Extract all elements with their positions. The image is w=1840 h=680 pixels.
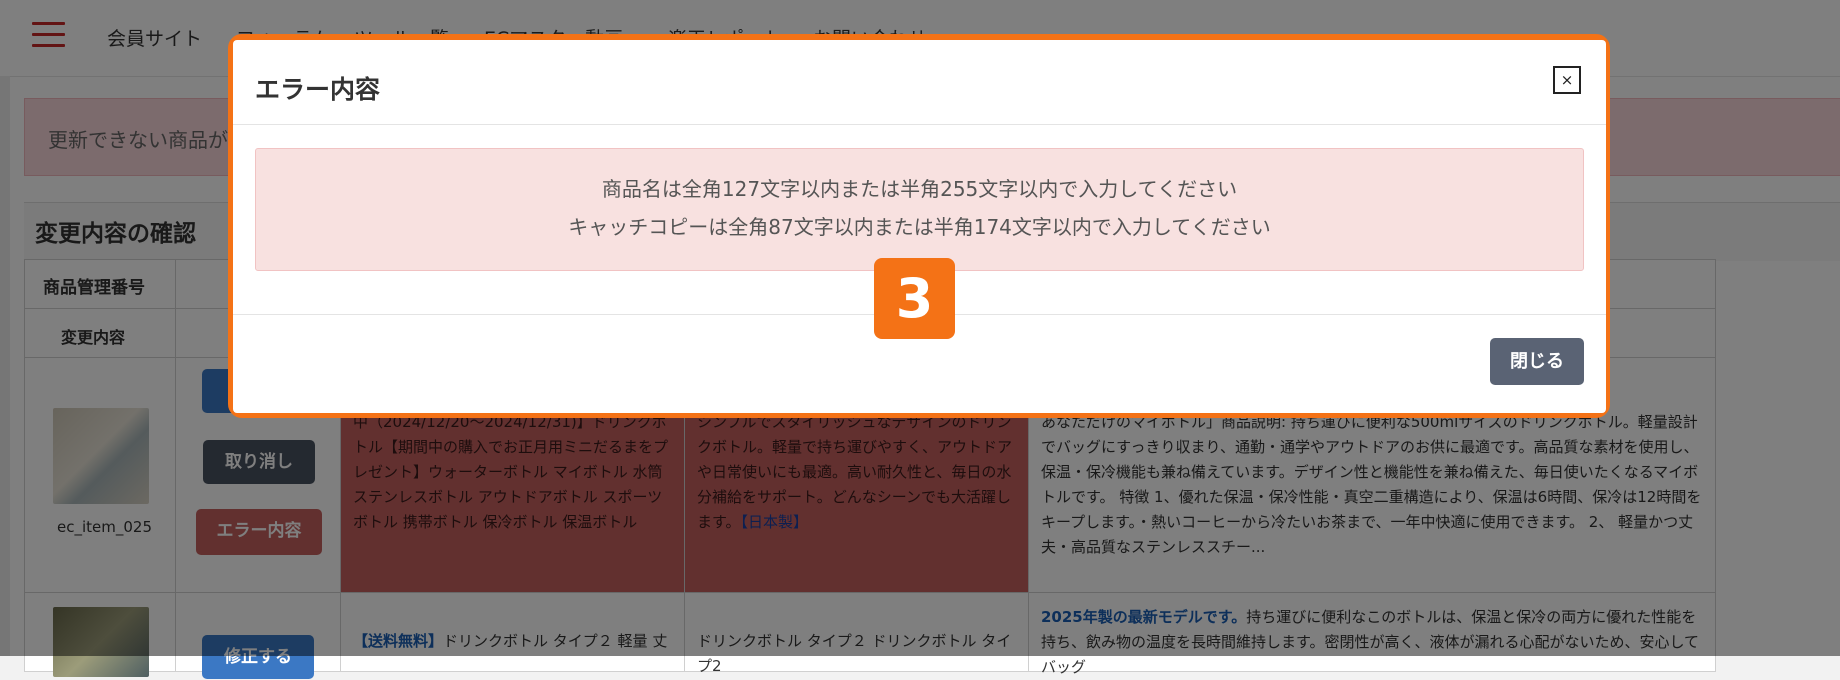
close-icon[interactable]: ×	[1553, 66, 1581, 94]
page: 会員サイト フォーラム ツール一覧 ECマスター動画 楽天レポート お問い合わせ…	[0, 0, 1840, 679]
error-alert: 商品名は全角127文字以内または半角255文字以内で入力してください キャッチコ…	[255, 148, 1584, 271]
step-badge: 3	[874, 258, 955, 339]
modal-header: エラー内容 ×	[233, 40, 1606, 125]
close-button[interactable]: 閉じる	[1490, 338, 1584, 385]
error-message-2: キャッチコピーは全角87文字以内または半角174文字以内で入力してください	[568, 215, 1271, 239]
error-message-1: 商品名は全角127文字以内または半角255文字以内で入力してください	[601, 177, 1238, 201]
error-modal: エラー内容 × 商品名は全角127文字以内または半角255文字以内で入力してくだ…	[233, 40, 1606, 413]
modal-title: エラー内容	[255, 75, 381, 104]
